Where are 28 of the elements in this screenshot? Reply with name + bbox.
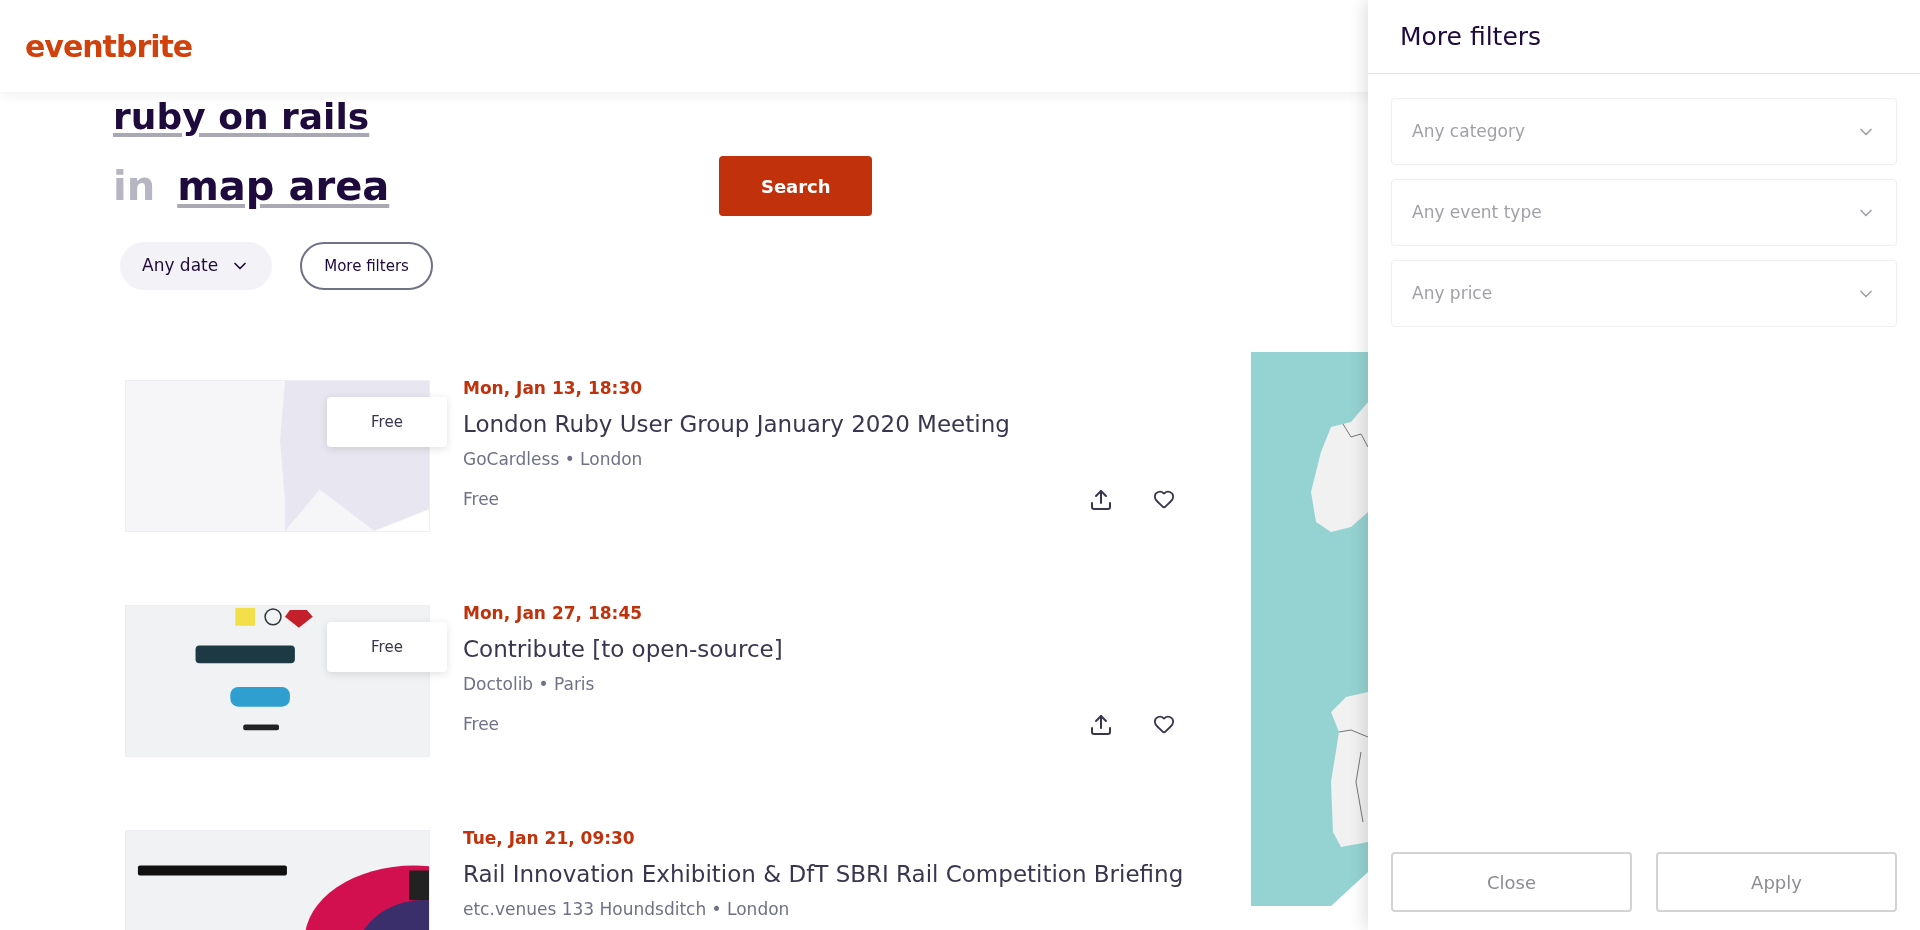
event-price: Free [463,487,500,511]
select-placeholder: Any price [1412,281,1493,305]
event-venue: etc.venues 133 Houndsditch • London [463,898,791,921]
logo[interactable]: eventbrite [25,23,193,69]
search-button[interactable]: Search [719,156,873,216]
event-title[interactable]: London Ruby User Group January 2020 Meeting [463,406,1213,441]
share-icon[interactable] [1089,713,1113,737]
event-title[interactable]: Rail Innovation Exhibition & DfT SBRI Rail Competition Briefing [463,856,1213,891]
heart-icon[interactable] [1153,488,1175,510]
search-query[interactable]: ruby on rails [113,96,1251,138]
panel-title: More filters [1400,20,1542,53]
share-icon[interactable] [1089,488,1113,512]
event-title[interactable]: Contribute [to open-source] [463,631,1213,666]
event-date: Tue, Jan 21, 09:30 [463,827,636,850]
location-field[interactable]: map area [177,156,390,216]
select-placeholder: Any event type [1412,200,1542,224]
price-badge: Free [327,397,447,447]
price-badge: Free [327,622,447,672]
event-venue: Doctolib • Paris [463,673,596,696]
event-venue: GoCardless • London [463,448,644,471]
select-placeholder: Any category [1412,119,1525,143]
date-filter[interactable]: Any date [120,242,273,290]
event-date: Mon, Jan 27, 18:45 [463,602,644,625]
event-price: Free [463,712,500,736]
heart-icon[interactable] [1153,713,1175,735]
event-date: Mon, Jan 13, 18:30 [463,377,644,400]
more-filters-button[interactable]: More filters [300,242,433,290]
location-prefix: in [113,162,156,211]
